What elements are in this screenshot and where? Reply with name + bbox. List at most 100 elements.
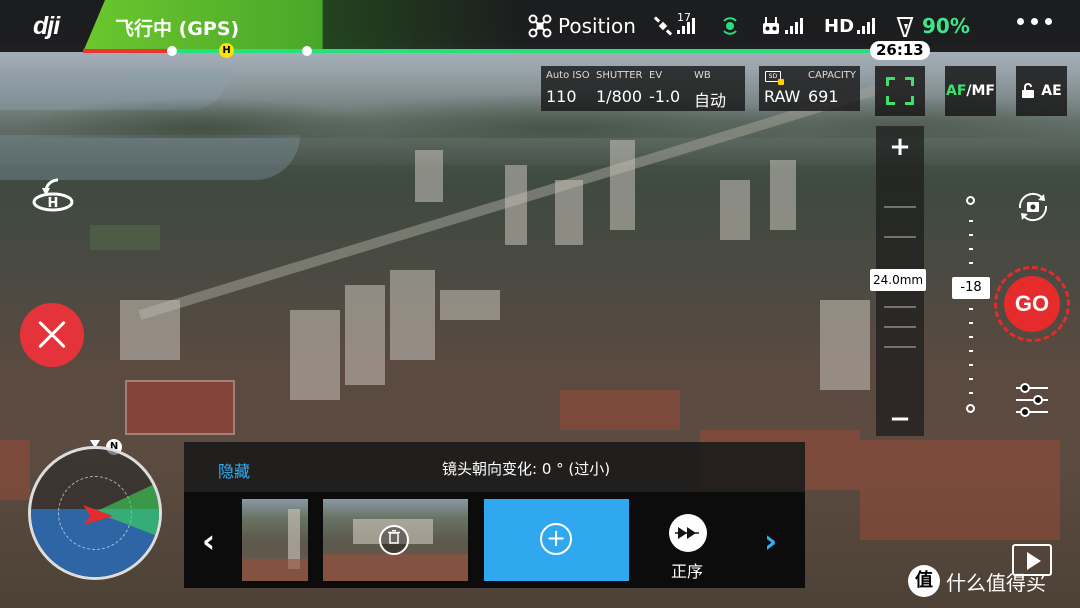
delete-waypoint-button[interactable] — [379, 525, 409, 555]
gimbal-tick — [969, 350, 973, 352]
battery-timeline-critical — [83, 49, 173, 53]
zoom-tick — [884, 206, 916, 208]
hd-video-signal-indicator[interactable]: HD — [824, 0, 876, 52]
waypoint-thumbnail-selected[interactable] — [323, 499, 468, 581]
more-menu-button[interactable] — [1017, 18, 1052, 25]
svg-text:H: H — [48, 196, 59, 211]
hd-signal-bars — [857, 18, 876, 34]
rooftops — [0, 440, 30, 500]
camera-exposure-panel[interactable]: Auto ISO 110 SHUTTER 1/800 EV -1.0 WB 自动 — [541, 66, 745, 111]
gps-indicator[interactable] — [652, 0, 695, 52]
gimbal-tick — [969, 378, 973, 380]
zoom-out-button[interactable]: − — [876, 404, 924, 434]
remote-signal-indicator[interactable] — [760, 0, 803, 52]
watermark-text: 什么值得买 — [946, 570, 1046, 595]
zoom-tick — [884, 236, 916, 238]
building — [820, 300, 870, 390]
building — [770, 160, 796, 230]
building — [505, 165, 527, 245]
waypoint-strip: ‹ + 正序 › — [184, 492, 805, 588]
capacity-key: CAPACITY — [808, 70, 857, 81]
unlock-icon — [1022, 83, 1035, 98]
shutter-value: 1/800 — [596, 87, 643, 106]
prev-waypoint-button[interactable]: ‹ — [202, 522, 215, 560]
camera-switch-button[interactable] — [1014, 188, 1052, 226]
home-marker-icon: H — [219, 43, 234, 58]
building — [555, 180, 583, 245]
battery-icon — [896, 17, 914, 37]
timeline-marker-rth — [302, 46, 312, 56]
gimbal-tick — [969, 322, 973, 324]
flight-time-remaining: 26:13 — [870, 41, 930, 60]
capacity-value: 691 — [808, 87, 839, 106]
wb-value: 自动 — [694, 91, 727, 110]
hide-button[interactable]: 隐藏 — [218, 458, 250, 482]
playback-order-button[interactable] — [669, 514, 707, 552]
flight-mode-indicator[interactable]: Position — [528, 0, 636, 52]
rooftops — [860, 440, 1060, 540]
building — [390, 270, 435, 360]
go-button[interactable]: GO — [994, 266, 1070, 342]
watermark-badge: 值 — [908, 565, 940, 597]
ev-value: -1.0 — [649, 87, 681, 106]
thumb-rooftops — [242, 559, 308, 581]
gimbal-tick — [969, 220, 973, 222]
zoom-in-button[interactable]: + — [876, 132, 924, 162]
dji-logo[interactable]: dji — [33, 12, 83, 40]
ae-lock-button[interactable]: AE — [1016, 66, 1067, 116]
focus-frame-icon — [886, 77, 914, 105]
gimbal-tick — [969, 234, 973, 236]
green-area — [90, 225, 160, 250]
trash-icon — [388, 529, 400, 544]
camera-settings-button[interactable] — [1014, 380, 1050, 420]
battery-percent: 90% — [922, 14, 970, 38]
site-watermark: 值 什么值得买 — [908, 565, 1046, 597]
building — [610, 140, 635, 230]
return-to-home-button[interactable]: H — [28, 176, 78, 214]
flight-status-panel[interactable]: 飞行中 (GPS) — [83, 0, 323, 52]
iso-value: 110 — [546, 87, 577, 106]
battery-timeline-remaining — [173, 49, 883, 53]
gimbal-tick — [969, 308, 973, 310]
ev-key: EV — [649, 70, 663, 81]
building — [120, 300, 180, 360]
focus-frame-button[interactable] — [875, 66, 925, 116]
fast-forward-icon — [675, 527, 699, 539]
return-home-icon: H — [32, 178, 74, 212]
next-waypoint-button[interactable]: › — [764, 522, 777, 560]
camera-rotate-icon — [1018, 192, 1048, 222]
waypoint-thumbnail[interactable] — [242, 499, 308, 581]
remote-controller-icon — [763, 17, 779, 34]
building — [290, 310, 340, 400]
playback-order-label: 正序 — [671, 562, 704, 581]
zoom-tick — [884, 326, 916, 328]
af-mf-toggle[interactable]: AF/MF — [945, 66, 996, 116]
status-fade — [322, 0, 522, 52]
building — [720, 180, 750, 240]
sd-card-icon: SD — [765, 71, 784, 85]
add-waypoint-button[interactable]: + — [484, 499, 629, 581]
gimbal-tick — [969, 392, 973, 394]
building — [440, 290, 500, 320]
vision-system-indicator[interactable] — [718, 0, 742, 52]
remote-signal-bars — [785, 18, 803, 34]
mission-message-text: 镜头朝向变化: 0 ° (过小) — [442, 460, 611, 478]
shutter-key: SHUTTER — [596, 70, 643, 81]
attitude-radar[interactable] — [28, 446, 162, 580]
focal-length-value: 24.0mm — [870, 269, 927, 291]
iso-key: Auto ISO — [546, 70, 590, 81]
gimbal-tick — [969, 248, 973, 250]
satellite-icon — [653, 16, 673, 36]
timeline-marker-low — [167, 46, 177, 56]
lake-near — [0, 135, 300, 180]
gimbal-pitch-value: -18 — [952, 277, 990, 299]
cancel-mission-button[interactable] — [20, 303, 84, 367]
zoom-tick — [884, 306, 916, 308]
storage-panel[interactable]: SD CAPACITY RAW 691 — [759, 66, 860, 111]
flight-status-text: 飞行中 (GPS) — [115, 18, 240, 40]
mission-message-bar: 隐藏 镜头朝向变化: 0 ° (过小) — [184, 442, 805, 492]
wb-key: WB — [694, 70, 711, 81]
vision-sensor-icon — [723, 17, 737, 35]
zoom-tick — [884, 346, 916, 348]
af-mf-label: AF/MF — [945, 83, 995, 99]
